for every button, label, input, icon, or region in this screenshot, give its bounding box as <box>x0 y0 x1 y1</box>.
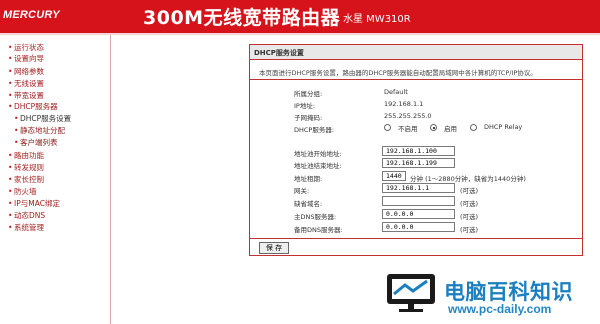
dhcp-disable-label: 不启用 <box>398 125 418 133</box>
sidebar-item-label: 无线设置 <box>14 79 44 88</box>
sidebar-item-status[interactable]: • 运行状态 <box>8 42 44 53</box>
sidebar-item-label: 客户端列表 <box>20 138 58 147</box>
header-bar: MERCURY 300M无线宽带路由器 水星 MW310R <box>0 0 600 33</box>
lease-label: 地址租期: <box>294 175 323 183</box>
ip-label: IP地址: <box>294 102 316 110</box>
domain-optional-note: (可选) <box>460 200 479 208</box>
sidebar-item-forwarding[interactable]: • 转发规则 <box>8 162 44 173</box>
sidebar-item-label: 路由功能 <box>14 151 44 160</box>
sidebar-item-label: 静态地址分配 <box>20 126 65 135</box>
sidebar-item-label: 防火墙 <box>14 187 37 196</box>
pool-start-input[interactable]: 192.168.1.100 <box>382 146 455 156</box>
sidebar-item-client-list[interactable]: • 客户端列表 <box>14 137 58 148</box>
sidebar-item-dhcp[interactable]: • DHCP服务器 <box>8 101 58 112</box>
dns2-input[interactable]: 0.0.0.0 <box>382 222 455 232</box>
sidebar-item-label: 网络参数 <box>14 67 44 76</box>
monitor-logo-icon <box>387 274 435 312</box>
sidebar-item-bandwidth[interactable]: • 带宽设置 <box>8 90 44 101</box>
dns1-label: 主DNS服务器: <box>294 213 337 221</box>
description-divider <box>250 79 582 80</box>
brand-logo: MERCURY <box>3 9 60 21</box>
dhcp-server-label: DHCP服务器: <box>294 126 335 134</box>
sidebar-item-dhcp-settings[interactable]: • DHCP服务设置 <box>14 113 71 124</box>
dhcp-enable-radio[interactable] <box>430 124 437 131</box>
sidebar-item-wizard[interactable]: • 设置向导 <box>8 53 44 64</box>
domain-input[interactable] <box>382 196 455 206</box>
ip-value: 192.168.1.1 <box>384 100 424 108</box>
lease-note: 分钟 (1～2880分钟，缺省为1440分钟) <box>410 175 526 183</box>
sidebar-item-parental[interactable]: • 家长控制 <box>8 174 44 185</box>
sidebar-item-ddns[interactable]: • 动态DNS <box>8 210 45 221</box>
dns2-optional-note: (可选) <box>460 226 479 234</box>
pool-end-label: 地址池结束地址: <box>294 162 342 170</box>
sidebar-item-label: DHCP服务器 <box>14 102 58 111</box>
pool-end-input[interactable]: 192.168.1.199 <box>382 158 455 168</box>
sidebar-item-label: 动态DNS <box>14 211 46 220</box>
sidebar-item-label: 带宽设置 <box>14 91 44 100</box>
lease-input[interactable]: 1440 <box>382 171 406 181</box>
dns1-input[interactable]: 0.0.0.0 <box>382 209 455 219</box>
dns1-optional-note: (可选) <box>460 213 479 221</box>
dhcp-disable-radio[interactable] <box>384 124 391 131</box>
sidebar-item-label: 系统管理 <box>14 223 44 232</box>
sidebar-item-network[interactable]: • 网络参数 <box>8 66 44 77</box>
dhcp-relay-radio[interactable] <box>470 124 477 131</box>
sidebar-item-routing[interactable]: • 路由功能 <box>8 150 44 161</box>
sidebar-item-label: IP与MAC绑定 <box>14 199 60 208</box>
panel-title: DHCP服务设置 <box>250 45 582 60</box>
group-value: Default <box>384 88 408 96</box>
dhcp-settings-panel: DHCP服务设置 本页面进行DHCP服务设置，路由器的DHCP服务器能自动配置局… <box>249 44 583 256</box>
sidebar-item-system[interactable]: • 系统管理 <box>8 222 44 233</box>
sidebar-item-static-address[interactable]: • 静态地址分配 <box>14 125 65 136</box>
dns2-label: 备用DNS服务器: <box>294 226 343 234</box>
sidebar-item-firewall[interactable]: • 防火墙 <box>8 186 37 197</box>
sidebar-item-label: 转发规则 <box>14 163 44 172</box>
sidebar-item-ip-mac-binding[interactable]: • IP与MAC绑定 <box>8 198 60 209</box>
sidebar-item-label: 设置向导 <box>14 54 44 63</box>
sidebar-item-label: DHCP服务设置 <box>20 114 72 123</box>
group-label: 所属分组: <box>294 90 323 98</box>
dhcp-relay-label: DHCP Relay <box>484 123 523 131</box>
gateway-label: 网关: <box>294 187 310 195</box>
sidebar-item-wireless[interactable]: • 无线设置 <box>8 78 44 89</box>
header-divider <box>0 33 600 35</box>
panel-bottom-divider <box>250 238 582 239</box>
domain-label: 缺省域名: <box>294 200 323 208</box>
sidebar-item-label: 家长控制 <box>14 175 44 184</box>
mask-value: 255.255.255.0 <box>384 112 432 120</box>
pool-start-label: 地址池开始地址: <box>294 150 342 158</box>
save-button[interactable]: 保 存 <box>259 242 289 254</box>
gateway-input[interactable]: 192.168.1.1 <box>382 183 455 193</box>
dhcp-enable-label: 启用 <box>444 125 457 133</box>
sidebar-item-label: 运行状态 <box>14 43 44 52</box>
product-title: 300M无线宽带路由器 <box>143 7 341 29</box>
gateway-optional-note: (可选) <box>460 187 479 195</box>
sidebar-divider <box>110 35 111 324</box>
product-model: 水星 MW310R <box>343 14 411 25</box>
panel-description: 本页面进行DHCP服务设置，路由器的DHCP服务器能自动配置局域网中各计算机的T… <box>259 69 537 77</box>
watermark-url: www.pc-daily.com <box>448 302 552 316</box>
mask-label: 子网掩码: <box>294 114 323 122</box>
